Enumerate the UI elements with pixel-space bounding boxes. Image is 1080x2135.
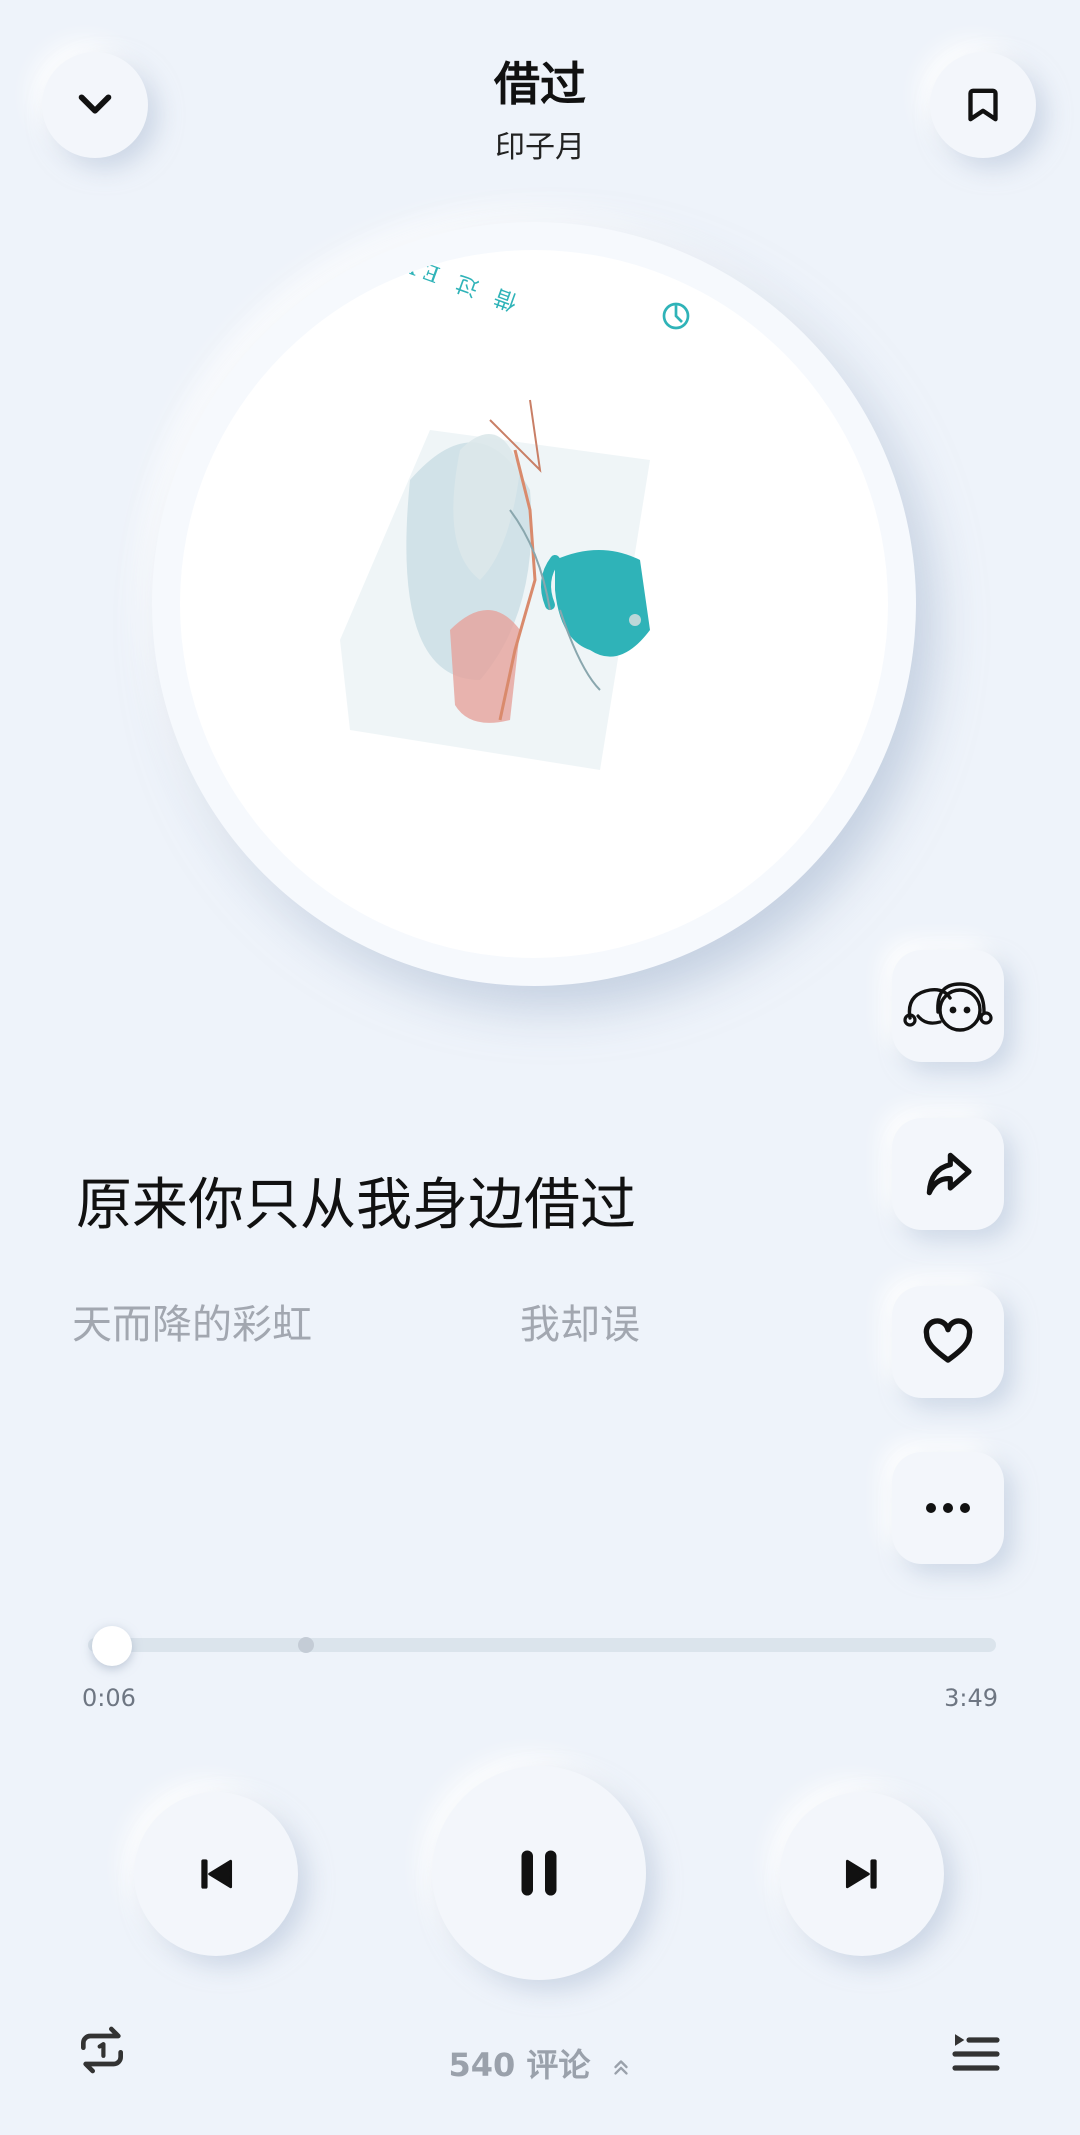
playlist-button[interactable] (948, 2026, 1004, 2082)
pause-icon (521, 1850, 557, 1896)
cover-logo-icon (662, 302, 690, 330)
skip-previous-icon (201, 1859, 233, 1889)
heart-icon (923, 1318, 973, 1363)
chevron-up-double-icon (613, 2060, 628, 2075)
share-icon (926, 1152, 972, 1196)
bookmark-button[interactable] (930, 52, 1036, 158)
next-button[interactable] (780, 1792, 944, 1956)
elapsed-time: 0:06 (82, 1684, 136, 1712)
next-lyric[interactable]: 天而降的彩虹 我却误 (72, 1292, 652, 1352)
share-button[interactable] (892, 1118, 1004, 1230)
previous-button[interactable] (134, 1792, 298, 1956)
total-time: 3:49 (944, 1684, 998, 1712)
song-title: 借过 (494, 57, 586, 111)
next-lyric-part-b: 我却误 (520, 1302, 640, 1348)
comments-button[interactable]: 540 评论 (0, 2040, 1080, 2086)
more-button[interactable] (892, 1452, 1004, 1564)
more-dots-icon (926, 1503, 970, 1513)
progress-track[interactable] (88, 1638, 996, 1652)
listen-together-icon (903, 982, 993, 1032)
listen-together-button[interactable] (892, 950, 1004, 1062)
next-lyric-part-a: 天而降的彩虹 (72, 1302, 312, 1348)
playlist-icon (952, 2034, 1000, 2071)
pause-button[interactable] (432, 1766, 646, 1980)
bookmark-icon (968, 88, 998, 122)
album-cover[interactable]: 借 过 EXCUSE (180, 250, 888, 958)
like-button[interactable] (892, 1286, 1004, 1398)
album-artwork (340, 399, 650, 770)
progress-thumb[interactable] (91, 1626, 132, 1666)
progress-marker (298, 1637, 314, 1653)
artist-name[interactable]: 印子月 (0, 122, 1080, 166)
comments-label: 540 评论 (448, 2046, 591, 2084)
current-lyric[interactable]: 原来你只从我身边借过 (76, 1160, 636, 1241)
skip-next-icon (845, 1859, 877, 1889)
